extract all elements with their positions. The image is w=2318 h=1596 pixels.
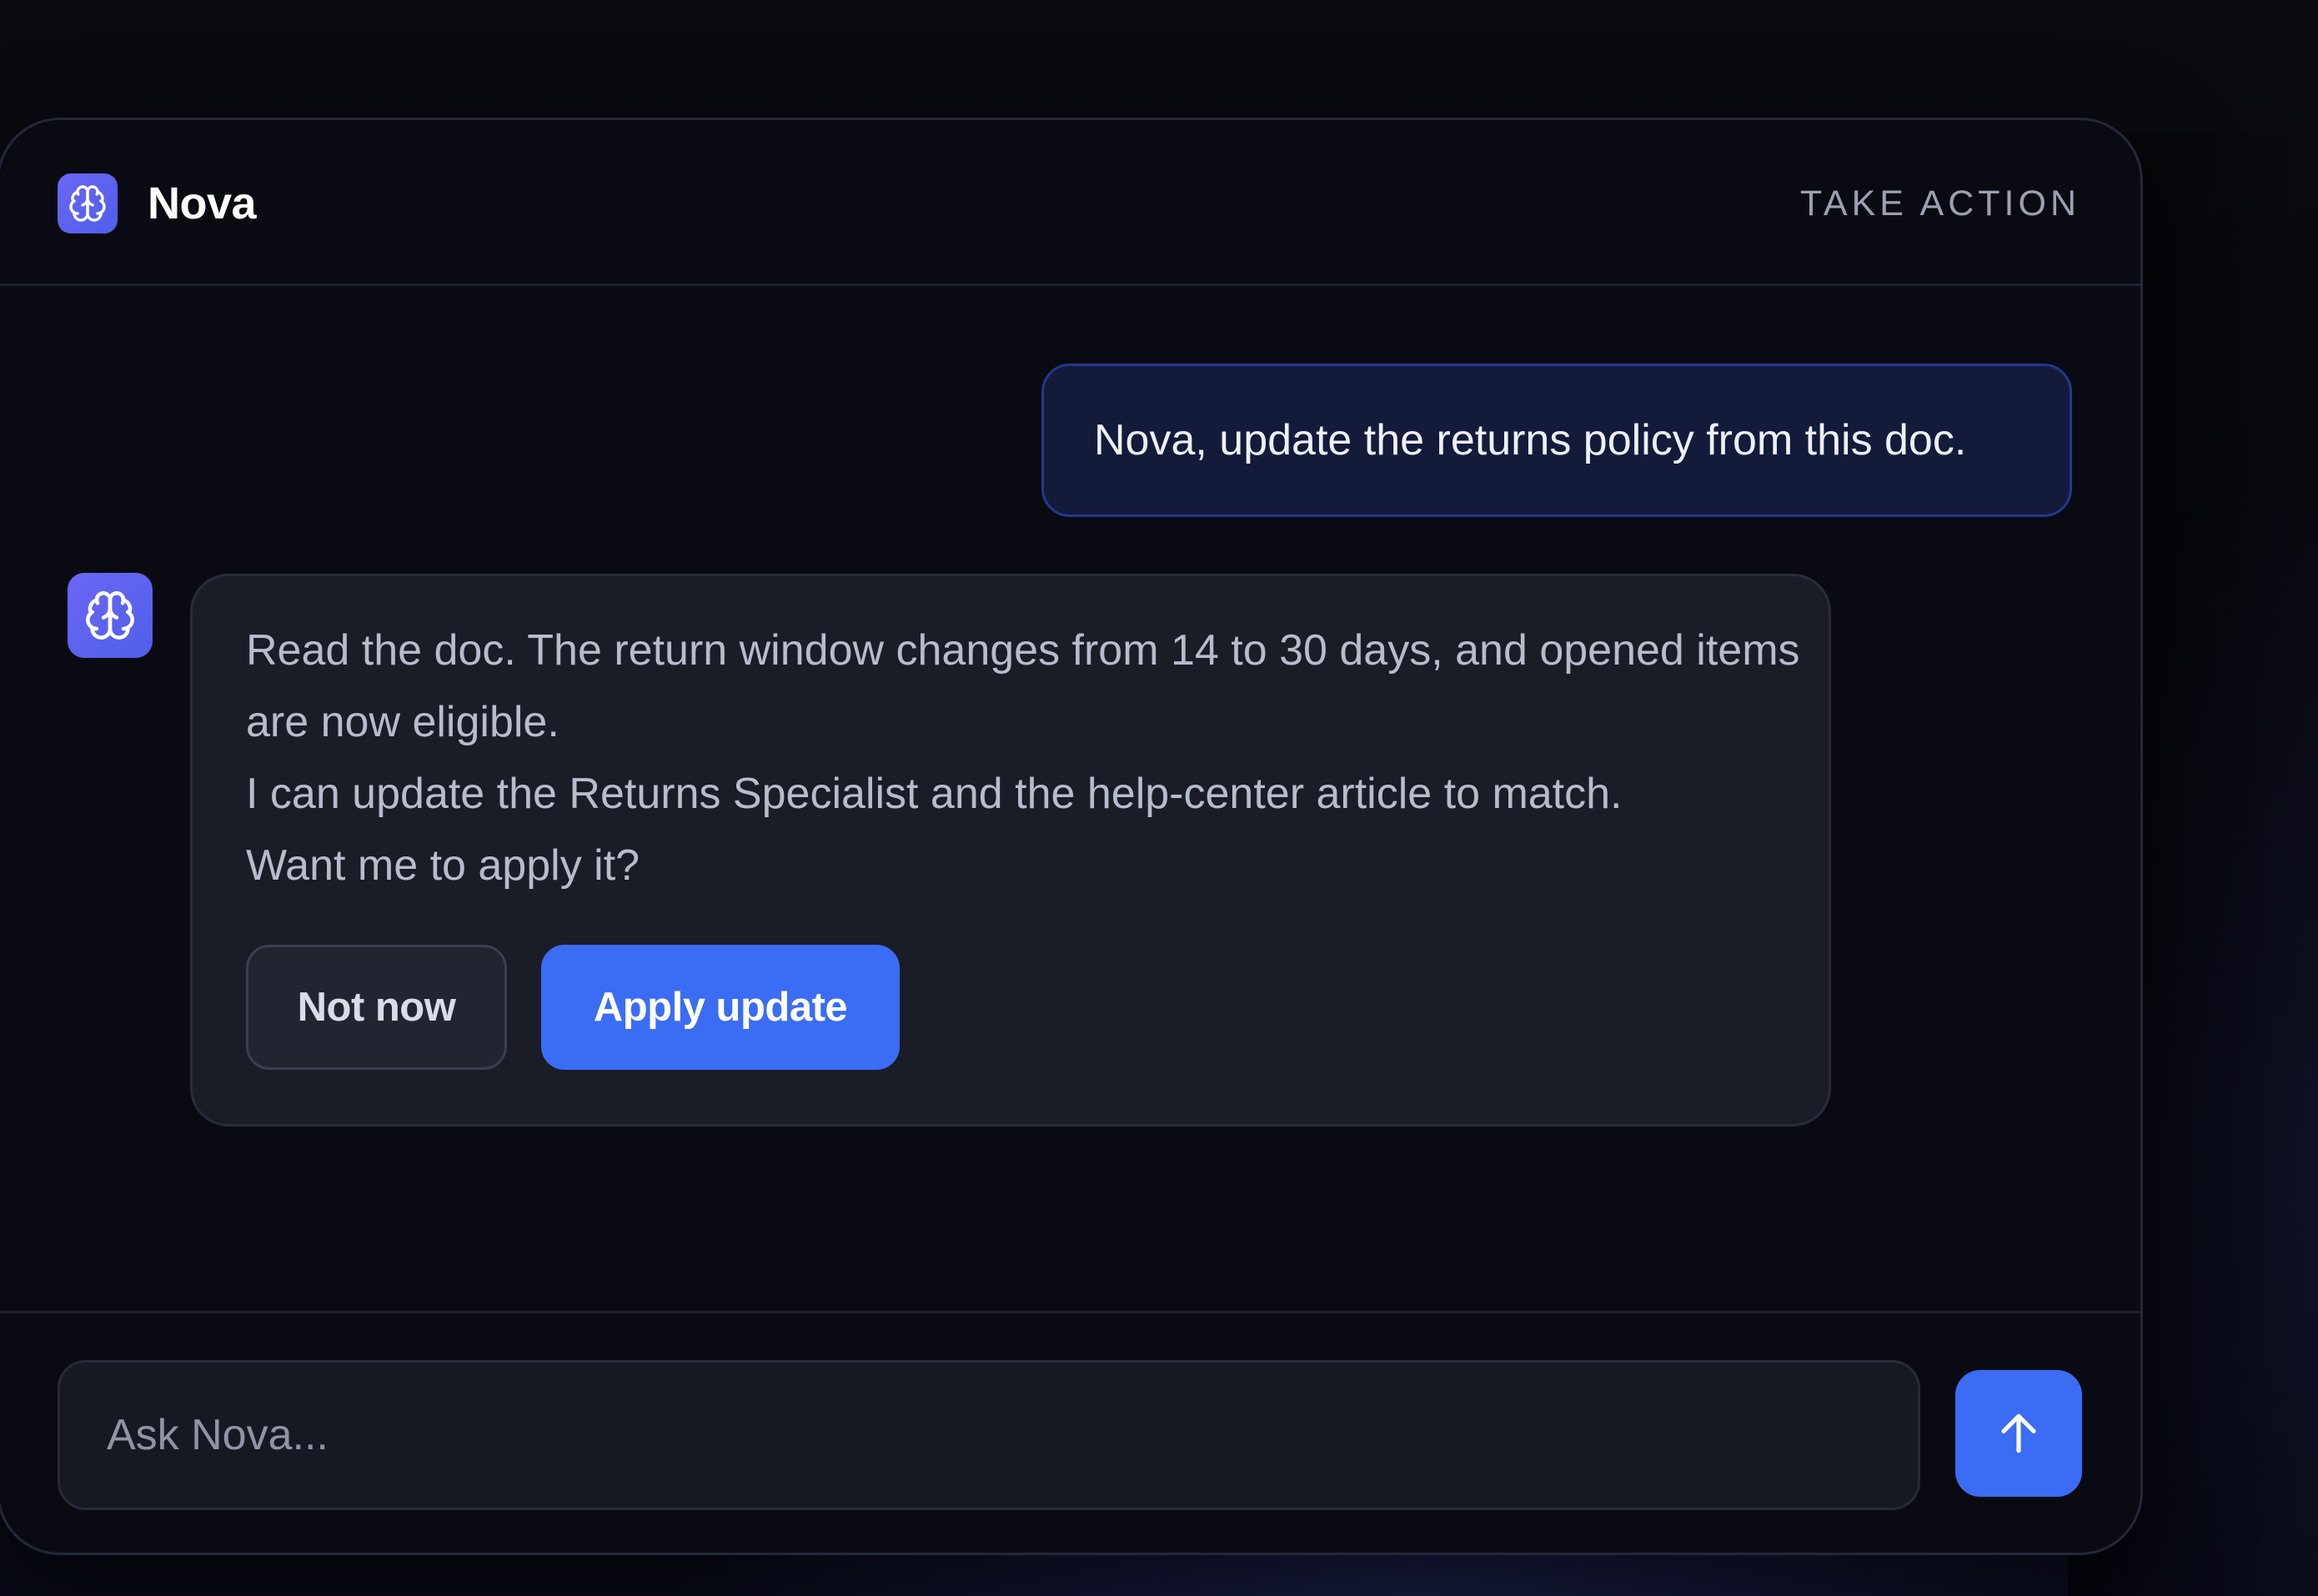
bot-message-line: I can update the Returns Specialist and … xyxy=(246,770,1623,818)
bot-message: Read the doc. The return window changes … xyxy=(190,574,1831,1127)
composer-divider xyxy=(0,1311,2140,1313)
not-now-button[interactable]: Not now xyxy=(246,945,507,1070)
bot-message-line: Want me to apply it? xyxy=(246,841,640,890)
arrow-up-icon xyxy=(2001,1413,2036,1453)
take-action-label: TAKE ACTION xyxy=(1799,183,2080,223)
app-title: Nova xyxy=(148,178,257,228)
bot-message-line: Read the doc. The return window changes … xyxy=(246,626,1800,746)
brain-icon xyxy=(58,173,118,233)
bot-avatar xyxy=(68,573,153,658)
chat-panel: Nova TAKE ACTION Nova, update the return… xyxy=(0,118,2143,1555)
user-message: Nova, update the returns policy from thi… xyxy=(1041,364,2072,517)
apply-update-button[interactable]: Apply update xyxy=(541,945,900,1070)
chat-header: Nova TAKE ACTION xyxy=(0,120,2140,286)
bot-message-text: Read the doc. The return window changes … xyxy=(246,615,1814,901)
send-button[interactable] xyxy=(1955,1370,2082,1497)
ask-nova-input[interactable] xyxy=(58,1360,1920,1510)
brain-icon xyxy=(86,591,134,640)
